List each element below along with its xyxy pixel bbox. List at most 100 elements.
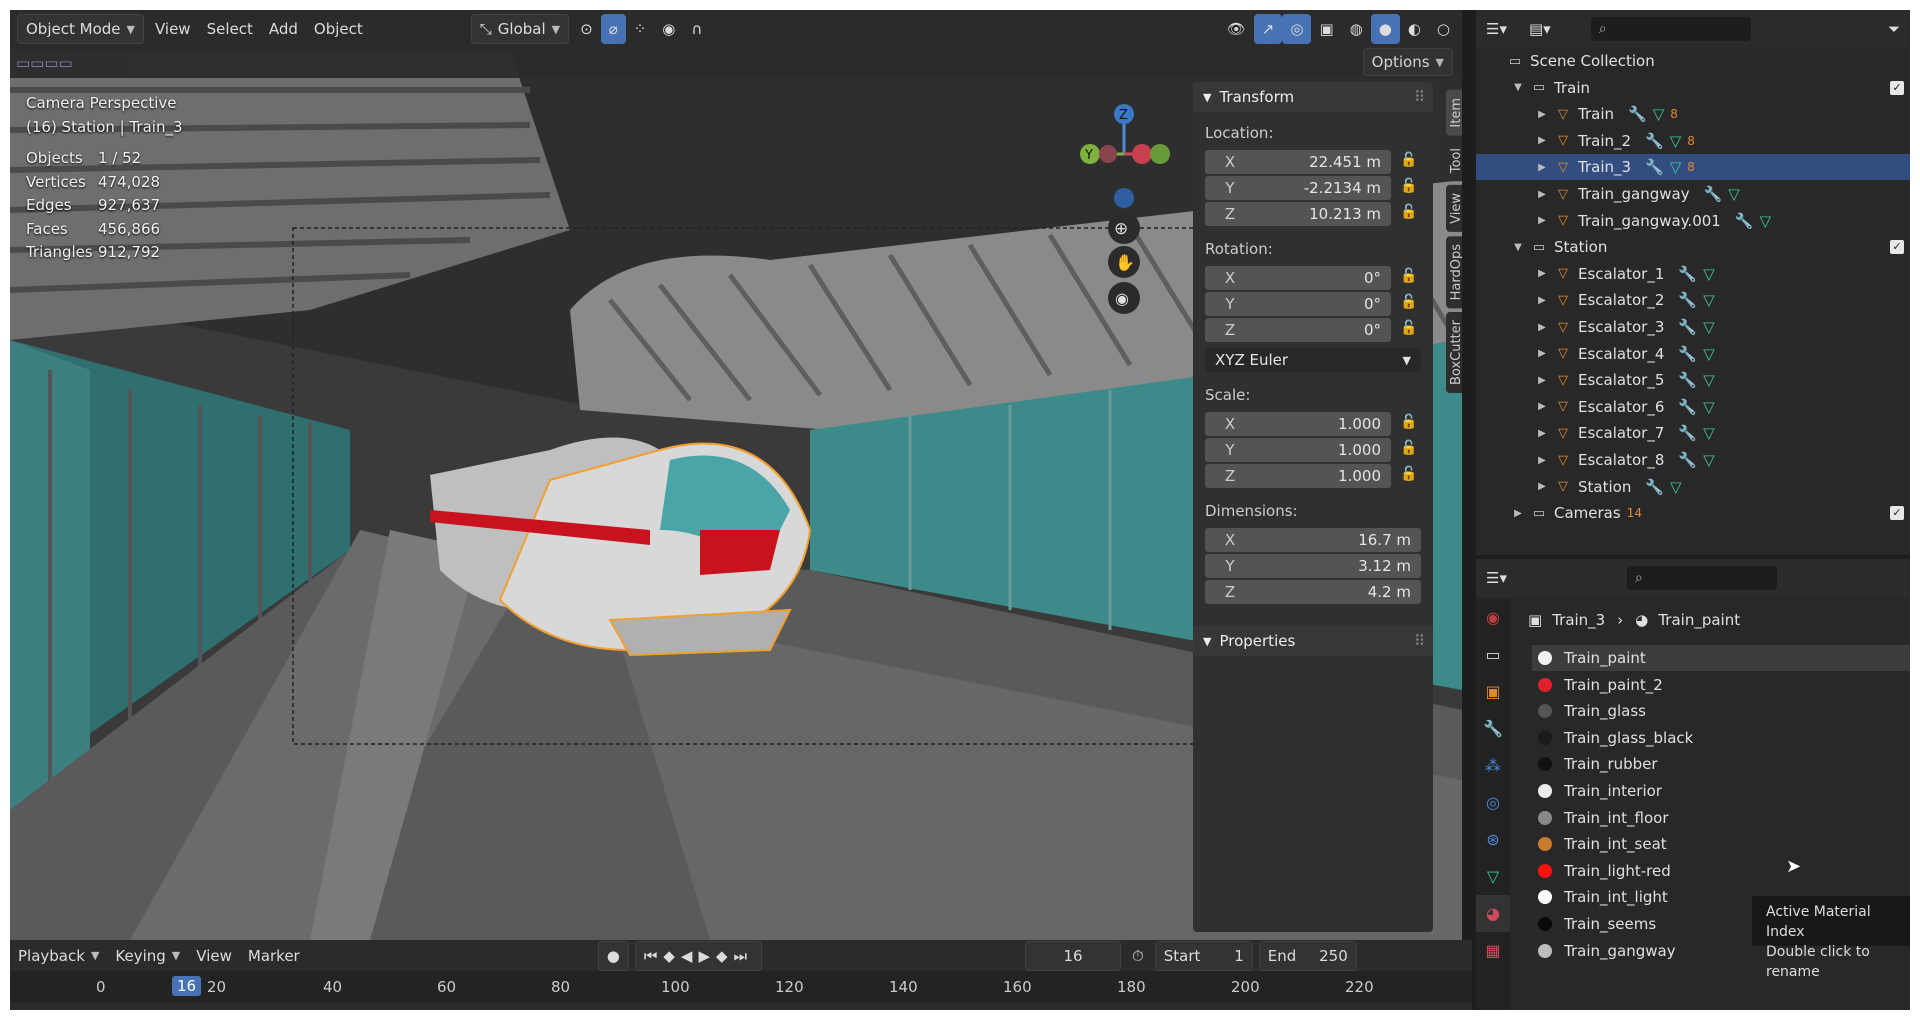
tab-tool[interactable]: Tool [1446,139,1462,181]
outliner-search-input[interactable]: ⌕ [1590,17,1751,41]
options-dropdown[interactable]: Options ▼ [1362,48,1453,76]
exclude-checkbox[interactable]: ✓ [1890,240,1904,255]
3d-viewport[interactable]: Object Mode ▼ View Select Add Object ⤡ Glo… [10,10,1462,940]
play-reverse-icon[interactable]: ◀ [681,947,699,965]
outliner-row[interactable]: ▶ ▽ Escalator_7 🔧 ▽ [1476,420,1910,446]
lock-icon[interactable]: 🔓 [1397,268,1421,288]
properties-search-input[interactable]: ⌕ [1626,566,1777,590]
next-keyframe-icon[interactable]: ◆ [716,947,734,965]
tab-view[interactable]: View [1446,184,1462,232]
expanded-arrow-icon[interactable]: ▼ [1512,242,1524,253]
dimensions-y-field[interactable]: Y 3.12 m [1205,554,1421,578]
timeline-view-menu[interactable]: View [188,941,240,971]
texture-icon[interactable]: ▦ [1476,932,1510,969]
collapsed-arrow-icon[interactable]: ▶ [1536,455,1548,466]
zoom-icon[interactable]: ⊕ [1108,212,1140,244]
material-slot[interactable]: Train_light-red [1532,858,1910,884]
record-icon[interactable]: ● [597,940,629,971]
lock-icon[interactable]: 🔓 [1397,440,1421,460]
collapsed-arrow-icon[interactable]: ▶ [1536,295,1548,306]
exclude-checkbox[interactable]: ✓ [1890,80,1904,95]
transform-space-dropdown[interactable]: ⤡ Global ▼ [470,14,570,44]
collapsed-arrow-icon[interactable]: ▶ [1536,375,1548,386]
drag-handle-icon[interactable]: ⠿ [1414,88,1425,106]
tab-hardops[interactable]: HardOps [1446,235,1462,309]
outliner-row[interactable]: ▶ ▽ Station 🔧 ▽ [1476,474,1910,500]
collapsed-arrow-icon[interactable]: ▶ [1512,508,1524,519]
material-slot[interactable]: Train_int_floor [1532,805,1910,831]
current-frame-field[interactable]: 16 [1025,940,1122,971]
dimensions-z-field[interactable]: Z 4.2 m [1205,580,1421,604]
timeline-ruler[interactable]: 0 20 40 60 80 100 120 140 160 180 200 22… [10,972,1472,1002]
scale-x-field[interactable]: X 1.000 [1205,412,1391,436]
lock-icon[interactable]: 🔓 [1397,466,1421,486]
proportional-edit-icon[interactable]: ◉ [654,14,683,44]
collapsed-arrow-icon[interactable]: ▶ [1536,348,1548,359]
stopwatch-icon[interactable]: ⏱ [1124,941,1152,971]
end-frame-field[interactable]: End 250 [1258,940,1357,971]
filter-icon[interactable]: ⏷ [1888,20,1900,38]
outliner-row[interactable]: ▶ ▽ Escalator_4 🔧 ▽ [1476,341,1910,367]
mode-dropdown[interactable]: Object Mode ▼ [17,14,144,44]
playback-menu[interactable]: Playback ▼ [10,941,107,971]
menu-add[interactable]: Add [261,14,306,44]
outliner-row[interactable]: ▭ Scene Collection [1476,48,1910,74]
collection-icon[interactable]: ▭ [1476,636,1510,673]
lock-icon[interactable]: 🔓 [1397,414,1421,434]
collapsed-arrow-icon[interactable]: ▶ [1536,268,1548,279]
start-frame-field[interactable]: Start 1 [1154,940,1253,971]
rotation-mode-dropdown[interactable]: XYZ Euler ▼ [1205,348,1421,372]
select-box-icon[interactable]: ▭▭▭▭ [16,54,73,72]
outliner-row[interactable]: ▶ ▽ Train_2 🔧 ▽ 8 [1476,128,1910,154]
outliner-row[interactable]: ▶ ▭ Cameras 14 ✓ [1476,500,1910,526]
prev-keyframe-icon[interactable]: ◆ [663,947,681,965]
drag-handle-icon[interactable]: ⠿ [1414,632,1425,650]
falloff-icon[interactable]: ∩ [683,14,710,44]
location-y-field[interactable]: Y -2.2134 m [1205,176,1391,200]
particles-icon[interactable]: ⁂ [1476,747,1510,784]
material-slot[interactable]: Train_interior [1532,778,1910,804]
gizmo-toggle-icon[interactable]: ↗ [1253,14,1283,44]
pan-hand-icon[interactable]: ✋ [1108,246,1140,278]
object-icon[interactable]: ▣ [1476,673,1510,710]
outliner-row[interactable]: ▶ ▽ Escalator_6 🔧 ▽ [1476,394,1910,420]
outliner-row[interactable]: ▶ ▽ Escalator_2 🔧 ▽ [1476,287,1910,313]
material-slot[interactable]: Train_glass_black [1532,725,1910,751]
outliner-row[interactable]: ▶ ▽ Escalator_3 🔧 ▽ [1476,314,1910,340]
rotation-z-field[interactable]: Z 0° [1205,318,1391,342]
snap-target-icon[interactable]: ⁘ [626,14,655,44]
collapsed-arrow-icon[interactable]: ▶ [1536,215,1548,226]
lock-icon[interactable]: 🔓 [1397,294,1421,314]
wireframe-shading-icon[interactable]: ◍ [1342,14,1371,44]
tab-item[interactable]: Item [1446,90,1462,136]
collapsed-arrow-icon[interactable]: ▶ [1536,135,1548,146]
material-slot[interactable]: Train_int_seat [1532,831,1910,857]
lock-icon[interactable]: 🔓 [1397,178,1421,198]
location-x-field[interactable]: X 22.451 m [1205,150,1391,174]
outliner-row[interactable]: ▶ ▽ Train 🔧 ▽ 8 [1476,101,1910,127]
collapsed-arrow-icon[interactable]: ▶ [1536,109,1548,120]
rotation-x-field[interactable]: X 0° [1205,266,1391,290]
material-slot[interactable]: Train_paint_2 [1532,672,1910,698]
xray-icon[interactable]: ▣ [1311,14,1341,44]
outliner-row[interactable]: ▶ ▽ Escalator_1 🔧 ▽ [1476,261,1910,287]
jump-end-icon[interactable]: ⏭ [734,947,754,965]
exclude-checkbox[interactable]: ✓ [1890,506,1904,521]
rotation-y-field[interactable]: Y 0° [1205,292,1391,316]
collapsed-arrow-icon[interactable]: ▶ [1536,401,1548,412]
editor-type-icon[interactable]: ☰▾ [1486,20,1507,38]
menu-object[interactable]: Object [306,14,371,44]
rendered-shading-icon[interactable]: ○ [1429,14,1458,44]
editor-type-icon[interactable]: ☰▾ [1486,569,1507,587]
transform-panel-header[interactable]: ▼ Transform ⠿ [1193,82,1433,112]
collapsed-arrow-icon[interactable]: ▶ [1536,162,1548,173]
material-slot[interactable]: Train_glass [1532,698,1910,724]
visibility-icon[interactable]: 👁 [1219,14,1254,44]
outliner-row[interactable]: ▼ ▭ Train ✓ [1476,75,1910,101]
playhead[interactable]: 16 [172,976,202,996]
play-icon[interactable]: ▶ [698,947,716,965]
overlays-icon[interactable]: ◎ [1282,14,1312,44]
menu-select[interactable]: Select [199,14,261,44]
properties-panel-header[interactable]: ▼ Properties ⠿ [1193,626,1433,656]
navigation-gizmo[interactable]: Z Y ⊕ ✋ ◉ [1060,92,1180,322]
